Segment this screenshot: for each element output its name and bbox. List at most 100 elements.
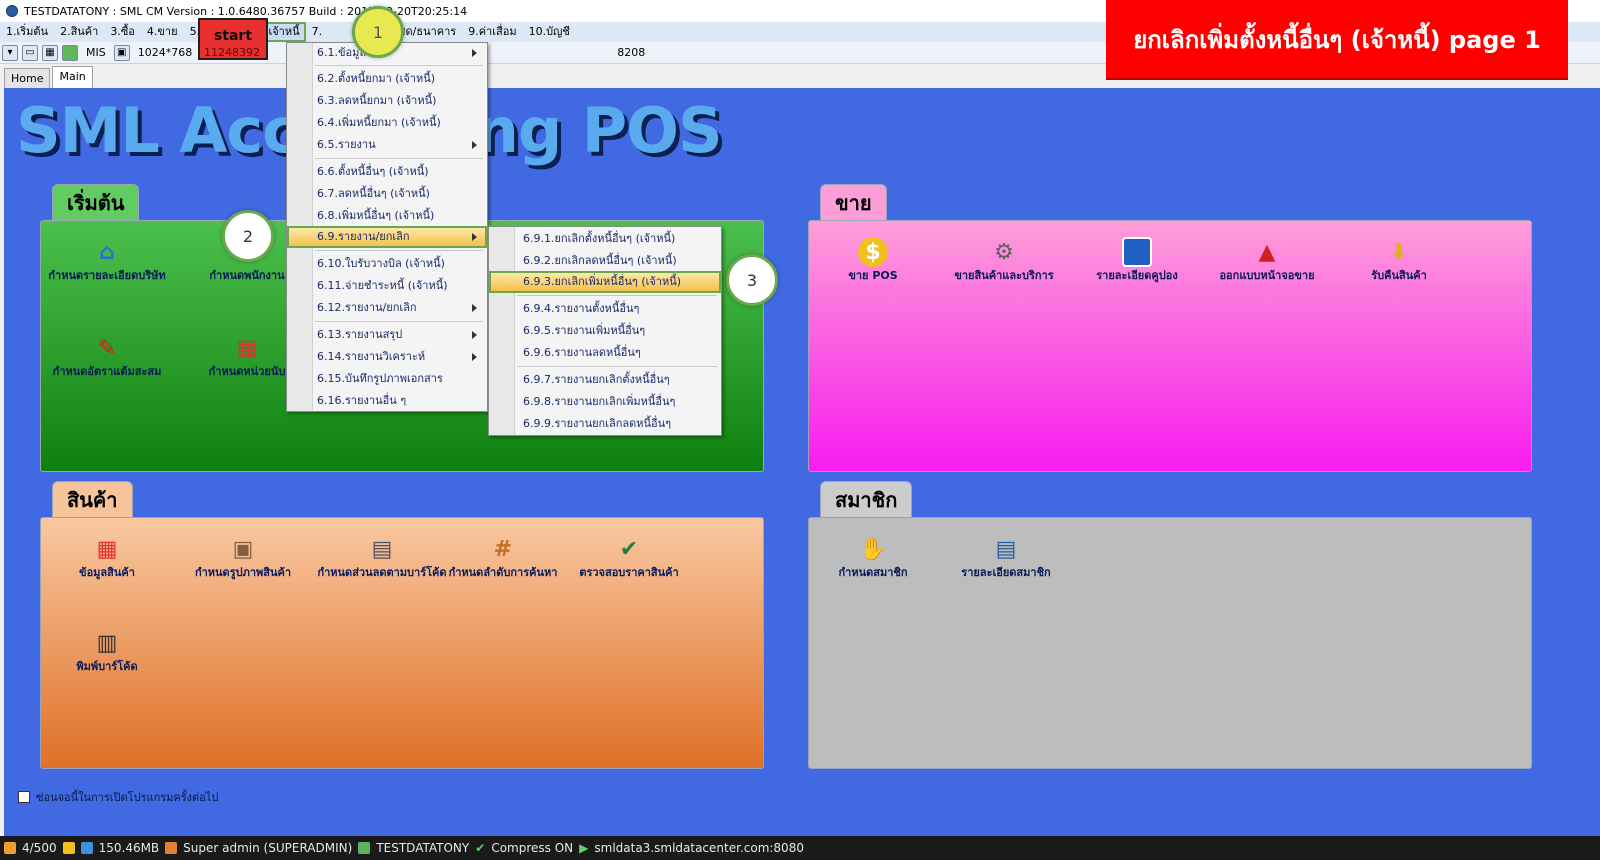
menu-start[interactable]: 1.เริ่มต้น: [0, 22, 54, 42]
tile-label: พิมพ์บาร์โค้ด: [76, 660, 138, 673]
menu-item-6-13[interactable]: 6.13.รายงานสรุป: [317, 325, 402, 345]
panel-product: ▦ ข้อมูลสินค้า ▣ กำหนดรูปภาพสินค้า ▤ กำห…: [40, 517, 764, 769]
tile-label: กำหนดหน่วยนับ: [208, 365, 286, 378]
tile-label: กำหนดส่วนลดตามบาร์โค้ด: [317, 566, 447, 579]
menu-item-6-11[interactable]: 6.11.จ่ายชำระหนี้ (เจ้าหนี้): [317, 276, 448, 296]
submenu-arrow-icon: [472, 49, 477, 57]
menu-item-6-12[interactable]: 6.12.รายงาน/ยกเลิก: [317, 298, 417, 318]
calculator-icon[interactable]: ▦: [42, 44, 58, 61]
status-server: smldata3.smldatacenter.com:8080: [594, 841, 804, 855]
submenu-item-6-9-8[interactable]: 6.9.8.รายงานยกเลิกเพิ่มหนี้อื่นๆ: [523, 392, 675, 412]
tile-define-member[interactable]: ✋ กำหนดสมาชิก: [813, 534, 933, 580]
tile-label: กำหนดสมาชิก: [838, 566, 908, 579]
instruction-banner: ยกเลิกเพิ่มตั้งหนี้อื่นๆ (เจ้าหนี้) page…: [1106, 0, 1568, 80]
menu-item-6-15[interactable]: 6.15.บันทึกรูปภาพเอกสาร: [317, 369, 443, 389]
panel-tab-start[interactable]: เริ่มต้น: [52, 184, 140, 222]
memory-icon: [80, 842, 93, 854]
tile-points-rate[interactable]: ✎ กำหนดอัตราแต้มสะสม: [47, 333, 167, 379]
monitor-icon[interactable]: ▣: [113, 44, 130, 61]
menu-account[interactable]: 10.บัญชี: [523, 22, 576, 42]
submenu-item-6-9-6[interactable]: 6.9.6.รายงานลดหนี้อื่นๆ: [523, 343, 641, 363]
submenu-item-6-9-1[interactable]: 6.9.1.ยกเลิกตั้งหนี้อื่นๆ (เจ้าหนี้): [523, 229, 675, 249]
menu-separator: [315, 158, 483, 159]
status-user: Super admin (SUPERADMIN): [183, 841, 353, 855]
start-annotation: start 11248392: [198, 18, 268, 60]
tile-coupon[interactable]: รายละเอียดคูปอง: [1077, 237, 1197, 282]
panel-tab-sale[interactable]: ขาย: [820, 184, 887, 222]
tile-sale-pos[interactable]: $ ขาย POS: [813, 237, 933, 282]
menu-item-6-16[interactable]: 6.16.รายงานอื่น ๆ: [317, 391, 406, 411]
chart-icon[interactable]: [62, 44, 78, 61]
menu-product[interactable]: 2.สินค้า: [54, 22, 104, 42]
submenu-item-6-9-4[interactable]: 6.9.4.รายงานตั้งหนี้อื่นๆ: [523, 299, 639, 319]
submenu-arrow-icon: [472, 353, 477, 361]
panel-tab-product[interactable]: สินค้า: [52, 481, 133, 519]
menu-separator: [315, 250, 483, 251]
step-1-marker: 1: [352, 6, 404, 58]
tile-design-sale-screen[interactable]: ▲ ออกแบบหน้าจอขาย: [1207, 237, 1327, 283]
menu-item-6-6[interactable]: 6.6.ตั้งหนี้อื่นๆ (เจ้าหนี้): [317, 162, 429, 182]
submenu-icon-column: [489, 227, 515, 435]
submenu-item-6-9-9[interactable]: 6.9.9.รายงานยกเลิกลดหนี้อื่นๆ: [523, 414, 671, 434]
menu-item-6-5[interactable]: 6.5.รายงาน: [317, 135, 376, 155]
submenu-item-6-9-7[interactable]: 6.9.7.รายงานยกเลิกตั้งหนี้อื่นๆ: [523, 370, 670, 390]
start-annotation-code: 11248392: [204, 46, 260, 59]
menu-item-6-3[interactable]: 6.3.ลดหนี้ยกมา (เจ้าหนี้): [317, 91, 436, 111]
main-area: SML Accounting POS เริ่มต้น ⌂ กำหนดรายละ…: [4, 88, 1600, 836]
submenu-item-6-9-3[interactable]: 6.9.3.ยกเลิกเพิ่มหนี้อื่นๆ (เจ้าหนี้): [523, 272, 681, 292]
menu-item-6-10[interactable]: 6.10.ใบรับวางบิล (เจ้าหนี้): [317, 254, 445, 274]
tile-company-info[interactable]: ⌂ กำหนดรายละเอียดบริษัท: [47, 237, 167, 283]
tile-product-image[interactable]: ▣ กำหนดรูปภาพสินค้า: [177, 534, 309, 580]
user-icon: [165, 842, 178, 854]
tile-search-order[interactable]: # กำหนดลำดับการค้นหา: [445, 534, 561, 580]
toolbar-code-far: 8208: [617, 46, 646, 59]
menu-item-6-7[interactable]: 6.7.ลดหนี้อื่นๆ (เจ้าหนี้): [317, 184, 430, 204]
menu-sale[interactable]: 4.ขาย: [141, 22, 184, 42]
submenu-item-6-9-5[interactable]: 6.9.5.รายงานเพิ่มหนี้อื่นๆ: [523, 321, 645, 341]
tile-print-barcode[interactable]: ▥ พิมพ์บาร์โค้ด: [47, 628, 167, 674]
mis-label[interactable]: MIS: [82, 46, 110, 59]
hide-on-startup-checkbox[interactable]: [18, 791, 30, 803]
tab-main[interactable]: Main: [52, 66, 93, 88]
database-icon: [358, 842, 371, 854]
menu-item-6-9[interactable]: 6.9.รายงาน/ยกเลิก: [317, 227, 410, 247]
submenu-arrow-icon: [472, 331, 477, 339]
menu-item-6-14[interactable]: 6.14.รายงานวิเคราะห์: [317, 347, 425, 367]
menu-item-6-2[interactable]: 6.2.ตั้งหนี้ยกมา (เจ้าหนี้): [317, 69, 435, 89]
play-icon: ▶: [579, 841, 589, 855]
id-card-icon: ▤: [995, 536, 1017, 562]
status-connections: 4/500: [22, 841, 57, 855]
menu-separator: [315, 321, 483, 322]
window-icon[interactable]: ▭: [22, 44, 38, 61]
tile-label: รายละเอียดคูปอง: [1096, 269, 1178, 282]
tile-label: ขายสินค้าและบริการ: [954, 269, 1054, 282]
step-2-marker: 2: [222, 210, 274, 262]
tile-label: รายละเอียดสมาชิก: [961, 566, 1051, 579]
tile-return-goods[interactable]: ⬇ รับคืนสินค้า: [1339, 237, 1459, 283]
step-3-marker: 3: [726, 254, 778, 306]
check-icon: ✔: [475, 841, 486, 855]
menu-separator: [517, 295, 717, 296]
menu-item-6-8[interactable]: 6.8.เพิ่มหนี้อื่นๆ (เจ้าหนี้): [317, 206, 434, 226]
tile-label: ขาย POS: [848, 269, 898, 282]
key-icon: [62, 842, 75, 854]
tile-sale-goods-service[interactable]: ⚙ ขายสินค้าและบริการ: [939, 237, 1069, 283]
dropdown-icon[interactable]: ▾: [2, 44, 18, 61]
panel-tab-member[interactable]: สมาชิก: [820, 481, 913, 519]
menu-depreciation[interactable]: 9.ค่าเสื่อม: [462, 22, 522, 42]
tile-barcode-discount[interactable]: ▤ กำหนดส่วนลดตามบาร์โค้ด: [317, 534, 447, 580]
submenu-item-6-9-2[interactable]: 6.9.2.ยกเลิกลดหนี้อื่นๆ (เจ้าหนี้): [523, 251, 677, 271]
tile-member-detail[interactable]: ▤ รายละเอียดสมาชิก: [941, 534, 1071, 580]
tile-product-info[interactable]: ▦ ข้อมูลสินค้า: [47, 534, 167, 580]
tile-label: รับคืนสินค้า: [1371, 269, 1427, 282]
tab-home[interactable]: Home: [4, 68, 51, 88]
menu-purchase[interactable]: 3.ซื้อ: [104, 22, 141, 42]
resolution-label[interactable]: 1024*768: [134, 46, 197, 59]
tile-check-price[interactable]: ✔ ตรวจสอบราคาสินค้า: [569, 534, 689, 580]
hide-on-startup-option[interactable]: ซ่อนจอนี้ในการเปิดโปรแกรมครั้งต่อไป: [18, 788, 218, 806]
gear-icon: ⚙: [994, 239, 1014, 265]
tile-label: กำหนดรูปภาพสินค้า: [194, 566, 292, 579]
tile-label: กำหนดรายละเอียดบริษัท: [48, 269, 166, 282]
submenu-arrow-icon: [472, 233, 477, 241]
menu-item-6-4[interactable]: 6.4.เพิ่มหนี้ยกมา (เจ้าหนี้): [317, 113, 441, 133]
